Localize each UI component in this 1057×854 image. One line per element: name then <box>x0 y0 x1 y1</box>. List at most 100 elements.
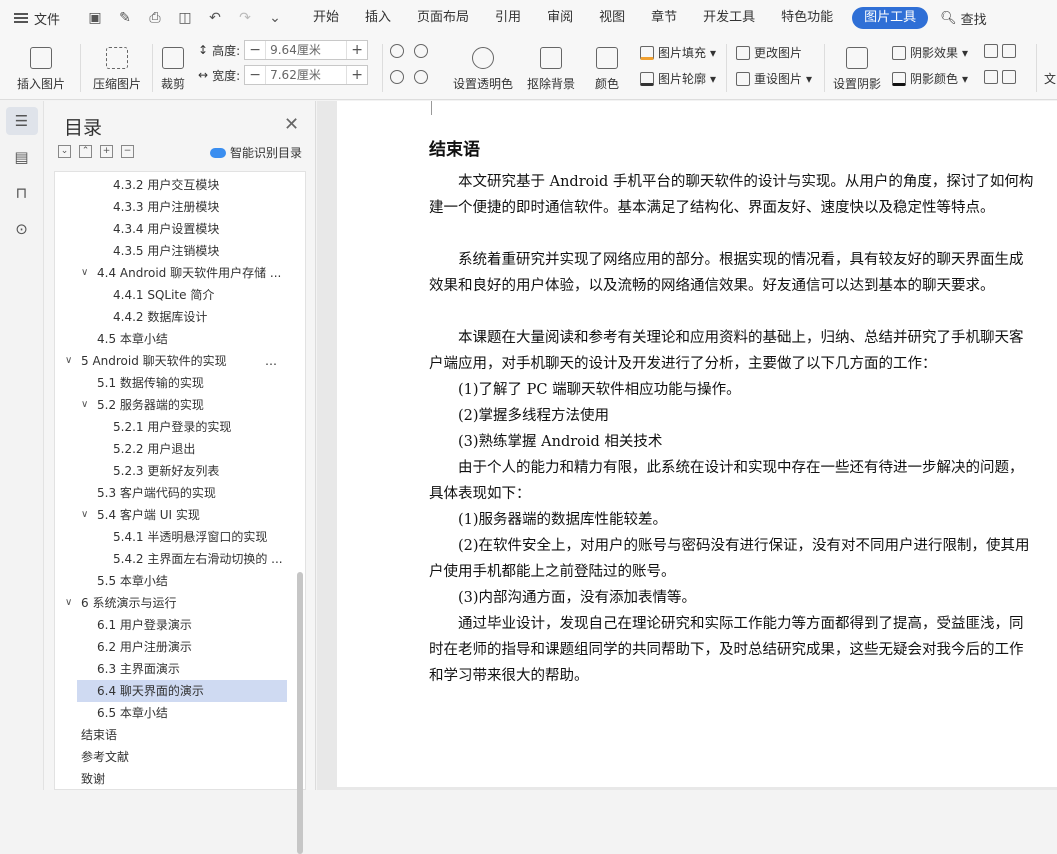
toc-item[interactable]: 6.5 本章小结 <box>97 702 168 724</box>
toc-item[interactable]: 4.4.1 SQLite 简介 <box>113 284 214 306</box>
height-field[interactable]: − 9.64厘米 + <box>244 40 369 60</box>
more-icon[interactable]: … <box>265 350 277 372</box>
height-value[interactable]: 9.64厘米 <box>265 41 348 59</box>
set-shadow-button[interactable]: 设置阴影 <box>832 40 882 92</box>
redo-icon[interactable]: ↷ <box>236 10 254 26</box>
bookmark-icon[interactable]: ⊓ <box>6 179 38 207</box>
reset-picture-button[interactable]: 重设图片 ▾ <box>736 70 812 87</box>
toc-scrollbar[interactable] <box>297 572 303 854</box>
undo-icon[interactable]: ↶ <box>206 10 224 26</box>
width-value[interactable]: 7.62厘米 <box>265 66 348 84</box>
toc-item[interactable]: 6.3 主界面演示 <box>97 658 180 680</box>
tab-picture-tools[interactable]: 图片工具 <box>852 7 929 29</box>
toc-item-selected[interactable]: 6.4 聊天界面的演示 <box>77 680 287 702</box>
tab-insert[interactable]: 插入 <box>352 0 404 36</box>
print-preview-icon[interactable]: ◫ <box>176 10 194 26</box>
toc-item[interactable]: 5.2.3 更新好友列表 <box>113 460 219 482</box>
toc-item[interactable]: ∨ 4.4 Android 聊天软件用户存储 ... <box>81 262 281 284</box>
toc-item[interactable]: 4.3.2 用户交互模块 <box>113 174 219 196</box>
crop-button[interactable]: 裁剪 <box>158 40 188 92</box>
toc-item[interactable]: 5.3 客户端代码的实现 <box>97 482 216 504</box>
compress-picture-button[interactable]: 压缩图片 <box>90 40 144 92</box>
chevron-down-icon[interactable]: ∨ <box>81 504 88 526</box>
document-page[interactable]: 结束语 本文研究基于 Android 手机平台的聊天软件的设计与实现。从用户的角… <box>337 101 1057 787</box>
change-picture-button[interactable]: 更改图片 <box>736 44 802 61</box>
width-increase-button[interactable]: + <box>347 67 367 83</box>
toc-item[interactable]: ∨ 5.4 客户端 UI 实现 <box>81 504 200 526</box>
brightness-button[interactable] <box>390 70 404 84</box>
collapse-all-icon[interactable]: ⌄ <box>58 145 71 158</box>
shadow-color-button[interactable]: 阴影颜色 ▾ <box>892 70 968 87</box>
shadow-nudge-down-button[interactable] <box>984 70 1016 84</box>
chevron-down-icon[interactable]: ∨ <box>81 262 88 284</box>
toc-item-label: 5.2.3 更新好友列表 <box>113 464 220 478</box>
remove-background-button[interactable]: 抠除背景 <box>522 40 580 92</box>
text-wrap-button[interactable]: 文 <box>1044 70 1056 87</box>
toc-item[interactable]: 6.1 用户登录演示 <box>97 614 192 636</box>
toc-panel-icon[interactable]: ☰ <box>5 107 38 135</box>
toc-item[interactable]: 5.1 数据传输的实现 <box>97 372 204 394</box>
close-icon[interactable]: ✕ <box>284 114 299 135</box>
shadow-color-label: 阴影颜色 <box>910 72 959 86</box>
chevron-down-icon[interactable]: ∨ <box>65 350 72 372</box>
tab-view[interactable]: 视图 <box>586 0 638 36</box>
search-button[interactable]: 🔍︎ 查找 <box>934 9 987 28</box>
set-transparent-label: 设置透明色 <box>452 77 513 91</box>
nudge-icon <box>1002 70 1016 84</box>
tab-page-layout[interactable]: 页面布局 <box>404 0 482 36</box>
file-menu[interactable]: 文件 <box>0 9 80 28</box>
add-heading-icon[interactable]: + <box>100 145 113 158</box>
toc-item[interactable]: 致谢 <box>81 768 105 790</box>
tab-references[interactable]: 引用 <box>482 0 534 36</box>
height-increase-button[interactable]: + <box>347 42 367 58</box>
shadow-effect-button[interactable]: 阴影效果 ▾ <box>892 44 968 61</box>
toc-item-label: 5.2 服务器端的实现 <box>97 398 204 412</box>
toc-item[interactable]: ∨ 5 Android 聊天软件的实现… <box>65 350 295 372</box>
picture-fill-button[interactable]: 图片填充 ▾ <box>640 44 716 61</box>
toc-item[interactable]: 4.3.5 用户注销模块 <box>113 240 219 262</box>
chevron-down-icon[interactable]: ∨ <box>65 592 72 614</box>
tab-home[interactable]: 开始 <box>300 0 352 36</box>
tab-developer[interactable]: 开发工具 <box>690 0 768 36</box>
color-button[interactable]: 颜色 <box>590 40 624 92</box>
toc-item[interactable]: 4.5 本章小结 <box>97 328 168 350</box>
toc-item[interactable]: 5.5 本章小结 <box>97 570 168 592</box>
contrast-button[interactable] <box>414 70 428 84</box>
toc-item[interactable]: 5.4.2 主界面左右滑动切换的 ... <box>113 548 283 570</box>
height-decrease-button[interactable]: − <box>245 42 265 58</box>
format-painter-icon[interactable]: ✎ <box>116 10 134 26</box>
insert-picture-button[interactable]: 插入图片 <box>10 40 72 92</box>
save-icon[interactable]: ▣ <box>86 10 104 26</box>
toc-item[interactable]: 5.2.1 用户登录的实现 <box>113 416 231 438</box>
rotate-left-button[interactable] <box>390 44 404 58</box>
smart-toc-button[interactable]: 智能识别目录 <box>210 144 302 161</box>
picture-outline-button[interactable]: 图片轮廓 ▾ <box>640 70 716 87</box>
print-icon[interactable]: ⎙ <box>146 10 164 26</box>
rotate-right-button[interactable] <box>414 44 428 58</box>
tab-special-features[interactable]: 特色功能 <box>768 0 846 36</box>
set-transparent-button[interactable]: 设置透明色 <box>452 40 514 92</box>
width-field[interactable]: − 7.62厘米 + <box>244 65 369 85</box>
toc-item[interactable]: ∨ 5.2 服务器端的实现 <box>81 394 204 416</box>
chevron-down-icon[interactable]: ∨ <box>81 394 88 416</box>
toc-item[interactable]: 4.3.3 用户注册模块 <box>113 196 219 218</box>
paragraph: (1)了解了 PC 端聊天软件相应功能与操作。 <box>458 382 741 398</box>
width-decrease-button[interactable]: − <box>245 67 265 83</box>
toc-item[interactable]: 结束语 <box>81 724 117 746</box>
chapter-icon[interactable]: ▤ <box>6 143 38 171</box>
toc-item[interactable]: 6.2 用户注册演示 <box>97 636 192 658</box>
tab-review[interactable]: 审阅 <box>534 0 586 36</box>
toc-item[interactable]: ∨ 6 系统演示与运行 <box>65 592 176 614</box>
expand-all-icon[interactable]: ⌃ <box>79 145 92 158</box>
chevron-down-icon[interactable]: ⌄ <box>266 10 284 26</box>
toc-item[interactable]: 参考文献 <box>81 746 129 768</box>
find-icon[interactable]: ⊙ <box>6 215 38 243</box>
toc-item[interactable]: 4.3.4 用户设置模块 <box>113 218 219 240</box>
toc-item[interactable]: 5.2.2 用户退出 <box>113 438 195 460</box>
remove-heading-icon[interactable]: − <box>121 145 134 158</box>
shadow-icon <box>846 47 868 69</box>
toc-item[interactable]: 5.4.1 半透明悬浮窗口的实现 <box>113 526 267 548</box>
toc-item[interactable]: 4.4.2 数据库设计 <box>113 306 207 328</box>
tab-section[interactable]: 章节 <box>638 0 690 36</box>
shadow-nudge-up-button[interactable] <box>984 44 1016 58</box>
